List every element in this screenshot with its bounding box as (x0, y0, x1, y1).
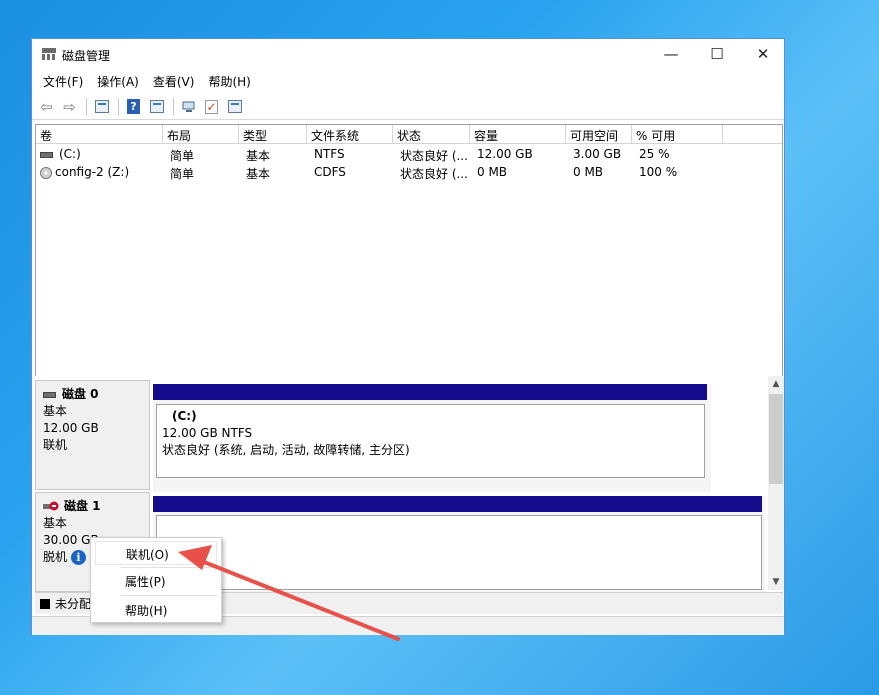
toolbar-separator (173, 97, 174, 116)
toolbar: ⇦ ⇨ ? ✓ (32, 94, 784, 120)
list-view-icon[interactable] (224, 97, 245, 117)
disk-icon (43, 391, 56, 398)
cell-status: 状态良好 (... (400, 149, 468, 163)
column-volume[interactable]: 卷 (36, 125, 163, 144)
column-status[interactable]: 状态 (393, 125, 470, 144)
back-arrow-glyph: ⇦ (40, 97, 53, 116)
volume-name: config-2 (Z:) (55, 165, 130, 179)
info-icon[interactable]: i (71, 550, 87, 565)
cell-layout: 简单 (170, 149, 195, 163)
disk-0-state: 联机 (43, 438, 68, 452)
close-button[interactable]: ✕ (740, 39, 786, 69)
properties-icon[interactable] (146, 97, 167, 117)
menu-bar: 文件(F) 操作(A) 查看(V) 帮助(H) (32, 70, 784, 92)
column-layout[interactable]: 布局 (163, 125, 239, 144)
unallocated-swatch (40, 598, 50, 609)
menu-item-help[interactable]: 帮助(H) (95, 598, 217, 622)
cell-filesystem: CDFS (314, 165, 346, 179)
disk-1-title: 磁盘 1 (43, 498, 142, 515)
partition-c-bar (153, 384, 707, 400)
help-icon[interactable]: ? (123, 97, 144, 117)
toolbar-separator (86, 97, 87, 116)
disk-0-size: 12.00 GB (43, 421, 99, 435)
menu-item-properties[interactable]: 属性(P) (95, 569, 217, 593)
disk-management-icon (42, 48, 56, 60)
drive-icon (40, 151, 53, 158)
disk-1-kind: 基本 (43, 516, 68, 530)
cell-type: 基本 (246, 167, 271, 181)
cell-percent-free: 25 % (639, 147, 670, 161)
minimize-button[interactable]: — (648, 39, 694, 69)
table-row[interactable]: (C:) 简单 基本 NTFS 状态良好 (... 12.00 GB 3.00 … (36, 146, 782, 164)
menu-help[interactable]: 帮助(H) (201, 70, 257, 92)
volume-name: (C:) (59, 147, 81, 161)
disk-0-title: 磁盘 0 (43, 386, 142, 403)
properties-glyph (149, 100, 164, 113)
scroll-up-icon[interactable]: ▲ (768, 376, 784, 392)
cell-type: 基本 (246, 149, 271, 163)
cell-percent-free: 100 % (639, 165, 678, 179)
volume-list-header: 卷 布局 类型 文件系统 状态 容量 可用空间 % 可用 (36, 125, 782, 144)
partition-c-status: 状态良好 (系统, 启动, 活动, 故障转储, 主分区) (162, 443, 410, 457)
vertical-scrollbar[interactable]: ▲ ▼ (768, 376, 784, 590)
forward-arrow-glyph: ⇨ (63, 97, 76, 116)
connect-glyph (182, 101, 194, 112)
cell-filesystem: NTFS (314, 147, 345, 161)
menu-view[interactable]: 查看(V) (146, 70, 202, 92)
partition-c[interactable]: (C:) 12.00 GB NTFS 状态良好 (系统, 启动, 活动, 故障转… (156, 404, 705, 478)
cd-drive-icon (40, 166, 52, 179)
title-bar: 磁盘管理 — ☐ ✕ (32, 39, 784, 69)
cell-layout: 简单 (170, 167, 195, 181)
cell-status: 状态良好 (... (400, 167, 468, 181)
menu-action[interactable]: 操作(A) (90, 70, 146, 92)
disk-0-kind: 基本 (43, 404, 68, 418)
connect-icon[interactable] (178, 97, 199, 117)
toolbar-separator (118, 97, 119, 116)
partition-c-size: 12.00 GB NTFS (162, 426, 253, 440)
column-type[interactable]: 类型 (239, 125, 307, 144)
cell-volume: config-2 (Z:) (36, 165, 163, 179)
menu-separator (121, 595, 217, 596)
menu-file[interactable]: 文件(F) (36, 70, 90, 92)
menu-separator (121, 567, 217, 568)
disk-1-bar (153, 496, 762, 512)
check-icon[interactable]: ✓ (201, 97, 222, 117)
disk-1-state: 脱机 (43, 550, 68, 564)
disk-0-name: 磁盘 0 (62, 387, 99, 401)
disk-1-region[interactable] (156, 515, 762, 590)
cell-free-space: 0 MB (573, 165, 604, 179)
offline-disk-icon (43, 501, 59, 511)
cell-free-space: 3.00 GB (573, 147, 622, 161)
menu-item-online[interactable]: 联机(O) (95, 541, 217, 565)
scrollbar-thumb[interactable] (769, 394, 783, 484)
back-arrow-icon[interactable]: ⇦ (36, 97, 57, 117)
cell-capacity: 0 MB (477, 165, 508, 179)
cell-volume: (C:) (36, 147, 163, 161)
disk-0-label[interactable]: 磁盘 0 基本 12.00 GB 联机 (35, 380, 150, 490)
check-glyph: ✓ (205, 99, 218, 114)
column-free-space[interactable]: 可用空间 (566, 125, 632, 144)
disk-0-strip: (C:) 12.00 GB NTFS 状态良好 (系统, 启动, 活动, 故障转… (153, 384, 711, 492)
table-row[interactable]: config-2 (Z:) 简单 基本 CDFS 状态良好 (... 0 MB … (36, 164, 782, 182)
window-title: 磁盘管理 (62, 49, 111, 63)
help-glyph: ? (127, 99, 140, 114)
console-tree-glyph (94, 100, 109, 113)
volume-list: 卷 布局 类型 文件系统 状态 容量 可用空间 % 可用 (C:) 简单 基本 … (35, 124, 783, 408)
legend-unallocated: 未分配 (55, 597, 92, 611)
column-capacity[interactable]: 容量 (470, 125, 566, 144)
maximize-button[interactable]: ☐ (694, 39, 740, 69)
column-filesystem[interactable]: 文件系统 (307, 125, 393, 144)
disk-1-name: 磁盘 1 (64, 499, 101, 513)
scroll-down-icon[interactable]: ▼ (768, 574, 784, 590)
column-percent-free[interactable]: % 可用 (632, 125, 723, 144)
console-tree-icon[interactable] (91, 97, 112, 117)
forward-arrow-icon[interactable]: ⇨ (59, 97, 80, 117)
partition-c-label: (C:) (172, 409, 197, 423)
disk-1-strip (153, 496, 765, 592)
context-menu: 联机(O) 属性(P) 帮助(H) (90, 537, 222, 623)
cell-capacity: 12.00 GB (477, 147, 533, 161)
list-view-glyph (227, 100, 242, 113)
